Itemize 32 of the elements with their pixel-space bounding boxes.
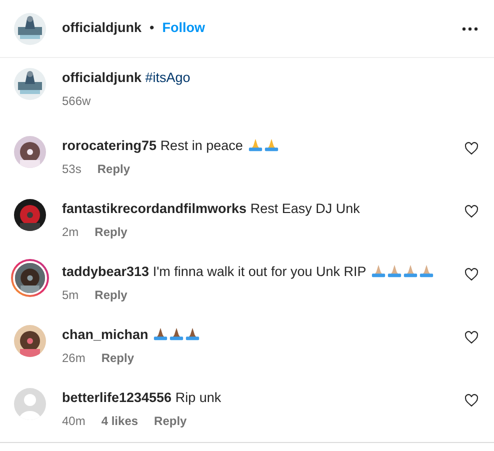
username[interactable]: officialdjunk xyxy=(62,18,142,39)
username[interactable]: taddybear313 xyxy=(62,264,150,279)
comment-text: #itsAgo xyxy=(145,70,190,85)
heart-icon[interactable] xyxy=(465,394,478,407)
heart-icon[interactable] xyxy=(465,331,478,344)
timestamp: 40m xyxy=(62,413,86,430)
comment-text: Rest Easy DJ Unk xyxy=(250,201,360,216)
username[interactable]: chan_michan xyxy=(62,327,148,342)
heart-icon[interactable] xyxy=(465,268,478,281)
more-options-icon[interactable] xyxy=(462,26,478,30)
reply-link[interactable]: Reply xyxy=(94,223,128,242)
reply-link[interactable]: Reply xyxy=(101,349,134,368)
reply-link[interactable]: Reply xyxy=(97,160,130,178)
timestamp: 53s xyxy=(62,161,82,178)
timestamp: 26m xyxy=(62,350,86,368)
username[interactable]: fantastikrecordandfilmworks xyxy=(62,201,247,216)
reply-link[interactable]: Reply xyxy=(154,412,187,430)
reply-link[interactable]: Reply xyxy=(94,286,128,304)
timestamp: 2m xyxy=(62,224,79,242)
heart-icon[interactable] xyxy=(465,142,478,155)
timestamp: 566w xyxy=(62,93,91,110)
story-ring[interactable] xyxy=(11,259,49,297)
heart-icon[interactable] xyxy=(465,205,478,218)
username[interactable]: rorocatering75 xyxy=(62,138,157,153)
username[interactable]: betterlife1234556 xyxy=(62,390,172,405)
comment-text: Rest in peace xyxy=(160,138,243,153)
username[interactable]: officialdjunk xyxy=(62,70,142,85)
separator: • xyxy=(150,19,154,38)
comment-text: I'm finna walk it out for you Unk RIP xyxy=(152,264,366,279)
comment-text: Rip unk xyxy=(175,390,222,405)
timestamp: 5m xyxy=(62,287,79,304)
likes-count[interactable]: 4 likes xyxy=(101,412,138,430)
